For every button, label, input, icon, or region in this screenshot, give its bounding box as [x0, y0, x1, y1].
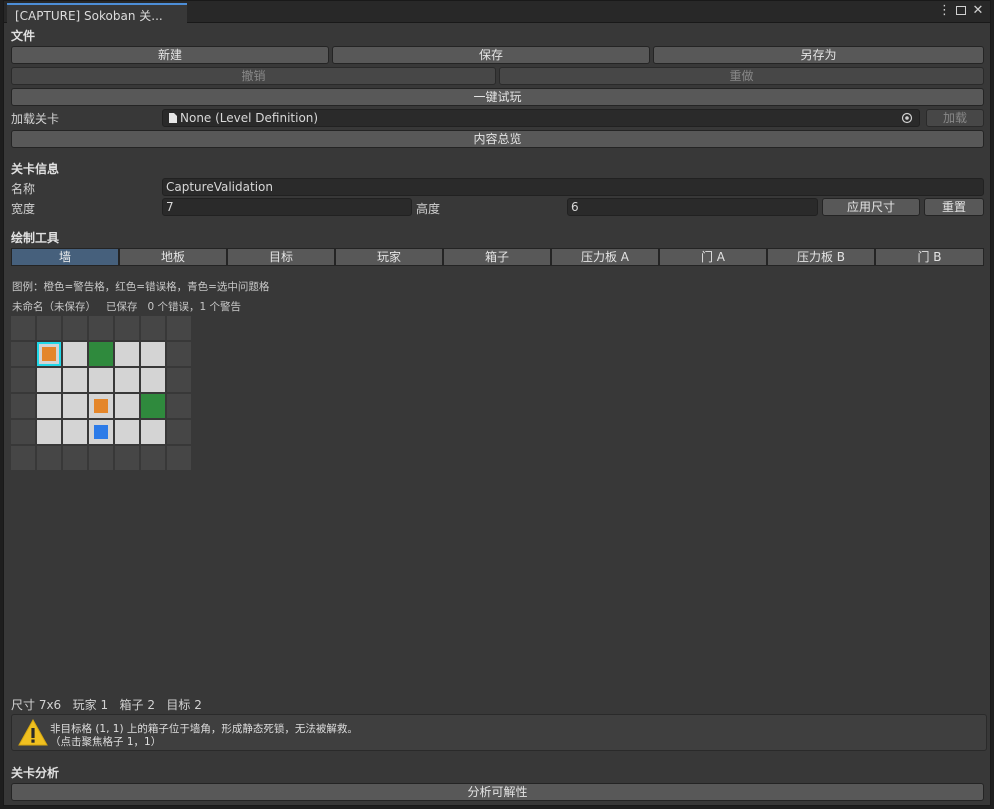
grid-cell-wall[interactable] [115, 316, 139, 340]
grid-cell-wall[interactable] [167, 342, 191, 366]
grid-cell-floor[interactable] [115, 368, 139, 392]
grid-cell-wall[interactable] [167, 420, 191, 444]
grid-cell-floor[interactable] [37, 420, 61, 444]
level-info-header: 关卡信息 [11, 162, 60, 176]
height-field[interactable]: 6 [567, 198, 818, 216]
grid-cell-wall[interactable] [11, 342, 35, 366]
file-section-header: 文件 [11, 29, 36, 43]
grid-cell-wall[interactable] [37, 316, 61, 340]
grid-cell-wall[interactable] [11, 368, 35, 392]
content-overview-button[interactable]: 内容总览 [11, 130, 984, 148]
level-grid[interactable] [11, 316, 193, 472]
grid-cell-wall[interactable] [89, 316, 113, 340]
level-object-field[interactable]: None (Level Definition) [162, 109, 920, 127]
new-button[interactable]: 新建 [11, 46, 329, 64]
grid-cell-floor[interactable] [63, 368, 87, 392]
tool-door-a[interactable]: 门 A [659, 248, 767, 266]
object-picker-icon[interactable] [901, 112, 913, 124]
file-icon [169, 113, 177, 123]
load-level-label: 加载关卡 [11, 112, 60, 126]
tool-plate-b[interactable]: 压力板 B [767, 248, 875, 266]
editor-window: [CAPTURE] Sokoban 关... ⋮ ✕ 文件 新建 保存 另存为 … [3, 0, 991, 806]
tool-door-b[interactable]: 门 B [875, 248, 984, 266]
grid-cell-floor[interactable] [89, 420, 113, 444]
level-summary: 尺寸 7x6 玩家 1 箱子 2 目标 2 [11, 698, 202, 712]
name-label: 名称 [11, 182, 36, 196]
tool-floor[interactable]: 地板 [119, 248, 227, 266]
more-menu-icon[interactable]: ⋮ [938, 4, 951, 18]
warning-triangle-icon [18, 719, 48, 746]
grid-cell-wall[interactable] [167, 316, 191, 340]
grid-cell-floor[interactable] [63, 394, 87, 418]
level-object-value: None (Level Definition) [180, 111, 319, 125]
grid-cell-floor[interactable] [63, 342, 87, 366]
quick-play-button[interactable]: 一键试玩 [11, 88, 984, 106]
undo-button[interactable]: 撤销 [11, 67, 496, 85]
tool-box[interactable]: 箱子 [443, 248, 551, 266]
redo-button[interactable]: 重做 [499, 67, 984, 85]
grid-cell-wall[interactable] [11, 316, 35, 340]
analyze-solvability-button[interactable]: 分析可解性 [11, 783, 984, 801]
grid-cell-wall[interactable] [167, 394, 191, 418]
close-icon[interactable]: ✕ [972, 4, 984, 18]
legend-text: 图例：橙色=警告格，红色=错误格，青色=选中问题格 [12, 281, 270, 293]
grid-cell-floor[interactable] [141, 368, 165, 392]
box-marker [94, 399, 108, 413]
tab-bar: [CAPTURE] Sokoban 关... ⋮ ✕ [4, 1, 990, 24]
grid-cell-wall[interactable] [37, 446, 61, 470]
grid-cell-goal[interactable] [89, 342, 113, 366]
tool-player[interactable]: 玩家 [335, 248, 443, 266]
grid-cell-wall[interactable] [11, 446, 35, 470]
grid-cell-floor[interactable] [141, 342, 165, 366]
grid-cell-floor[interactable] [89, 368, 113, 392]
tool-plate-a[interactable]: 压力板 A [551, 248, 659, 266]
grid-cell-wall[interactable] [115, 446, 139, 470]
save-as-button[interactable]: 另存为 [653, 46, 984, 64]
grid-cell-floor[interactable] [37, 342, 61, 366]
grid-cell-wall[interactable] [63, 316, 87, 340]
tool-wall[interactable]: 墙 [11, 248, 119, 266]
apply-size-button[interactable]: 应用尺寸 [822, 198, 920, 216]
grid-cell-floor[interactable] [37, 368, 61, 392]
grid-cell-wall[interactable] [141, 446, 165, 470]
height-label: 高度 [416, 202, 441, 216]
window-tab[interactable]: [CAPTURE] Sokoban 关... [7, 3, 187, 24]
save-button[interactable]: 保存 [332, 46, 650, 64]
player-marker [94, 425, 108, 439]
grid-cell-wall[interactable] [89, 446, 113, 470]
grid-cell-wall[interactable] [167, 446, 191, 470]
grid-cell-floor[interactable] [63, 420, 87, 444]
width-field[interactable]: 7 [162, 198, 412, 216]
width-label: 宽度 [11, 202, 36, 216]
grid-cell-wall[interactable] [11, 420, 35, 444]
maximize-icon[interactable] [956, 6, 966, 15]
warning-hint: （点击聚焦格子 1，1） [50, 736, 162, 748]
name-field[interactable]: CaptureValidation [162, 178, 984, 196]
box-marker [42, 347, 56, 361]
grid-cell-wall[interactable] [141, 316, 165, 340]
grid-cell-floor[interactable] [115, 342, 139, 366]
grid-cell-goal[interactable] [141, 394, 165, 418]
analysis-header: 关卡分析 [11, 766, 60, 780]
grid-cell-floor[interactable] [115, 420, 139, 444]
grid-cell-wall[interactable] [11, 394, 35, 418]
grid-cell-floor[interactable] [89, 394, 113, 418]
grid-cell-floor[interactable] [115, 394, 139, 418]
grid-cell-floor[interactable] [37, 394, 61, 418]
grid-cell-floor[interactable] [141, 420, 165, 444]
grid-cell-wall[interactable] [167, 368, 191, 392]
window-controls: ⋮ ✕ [938, 4, 984, 18]
status-line: 未命名（未保存） 已保存 0 个错误，1 个警告 [12, 301, 242, 313]
reset-button[interactable]: 重置 [924, 198, 984, 216]
tool-goal[interactable]: 目标 [227, 248, 335, 266]
paint-tools-header: 绘制工具 [11, 231, 60, 245]
warning-help-box[interactable]: 非目标格 (1, 1) 上的箱子位于墙角，形成静态死锁，无法被解救。 （点击聚焦… [11, 714, 987, 751]
grid-cell-wall[interactable] [63, 446, 87, 470]
load-button[interactable]: 加载 [926, 109, 984, 127]
